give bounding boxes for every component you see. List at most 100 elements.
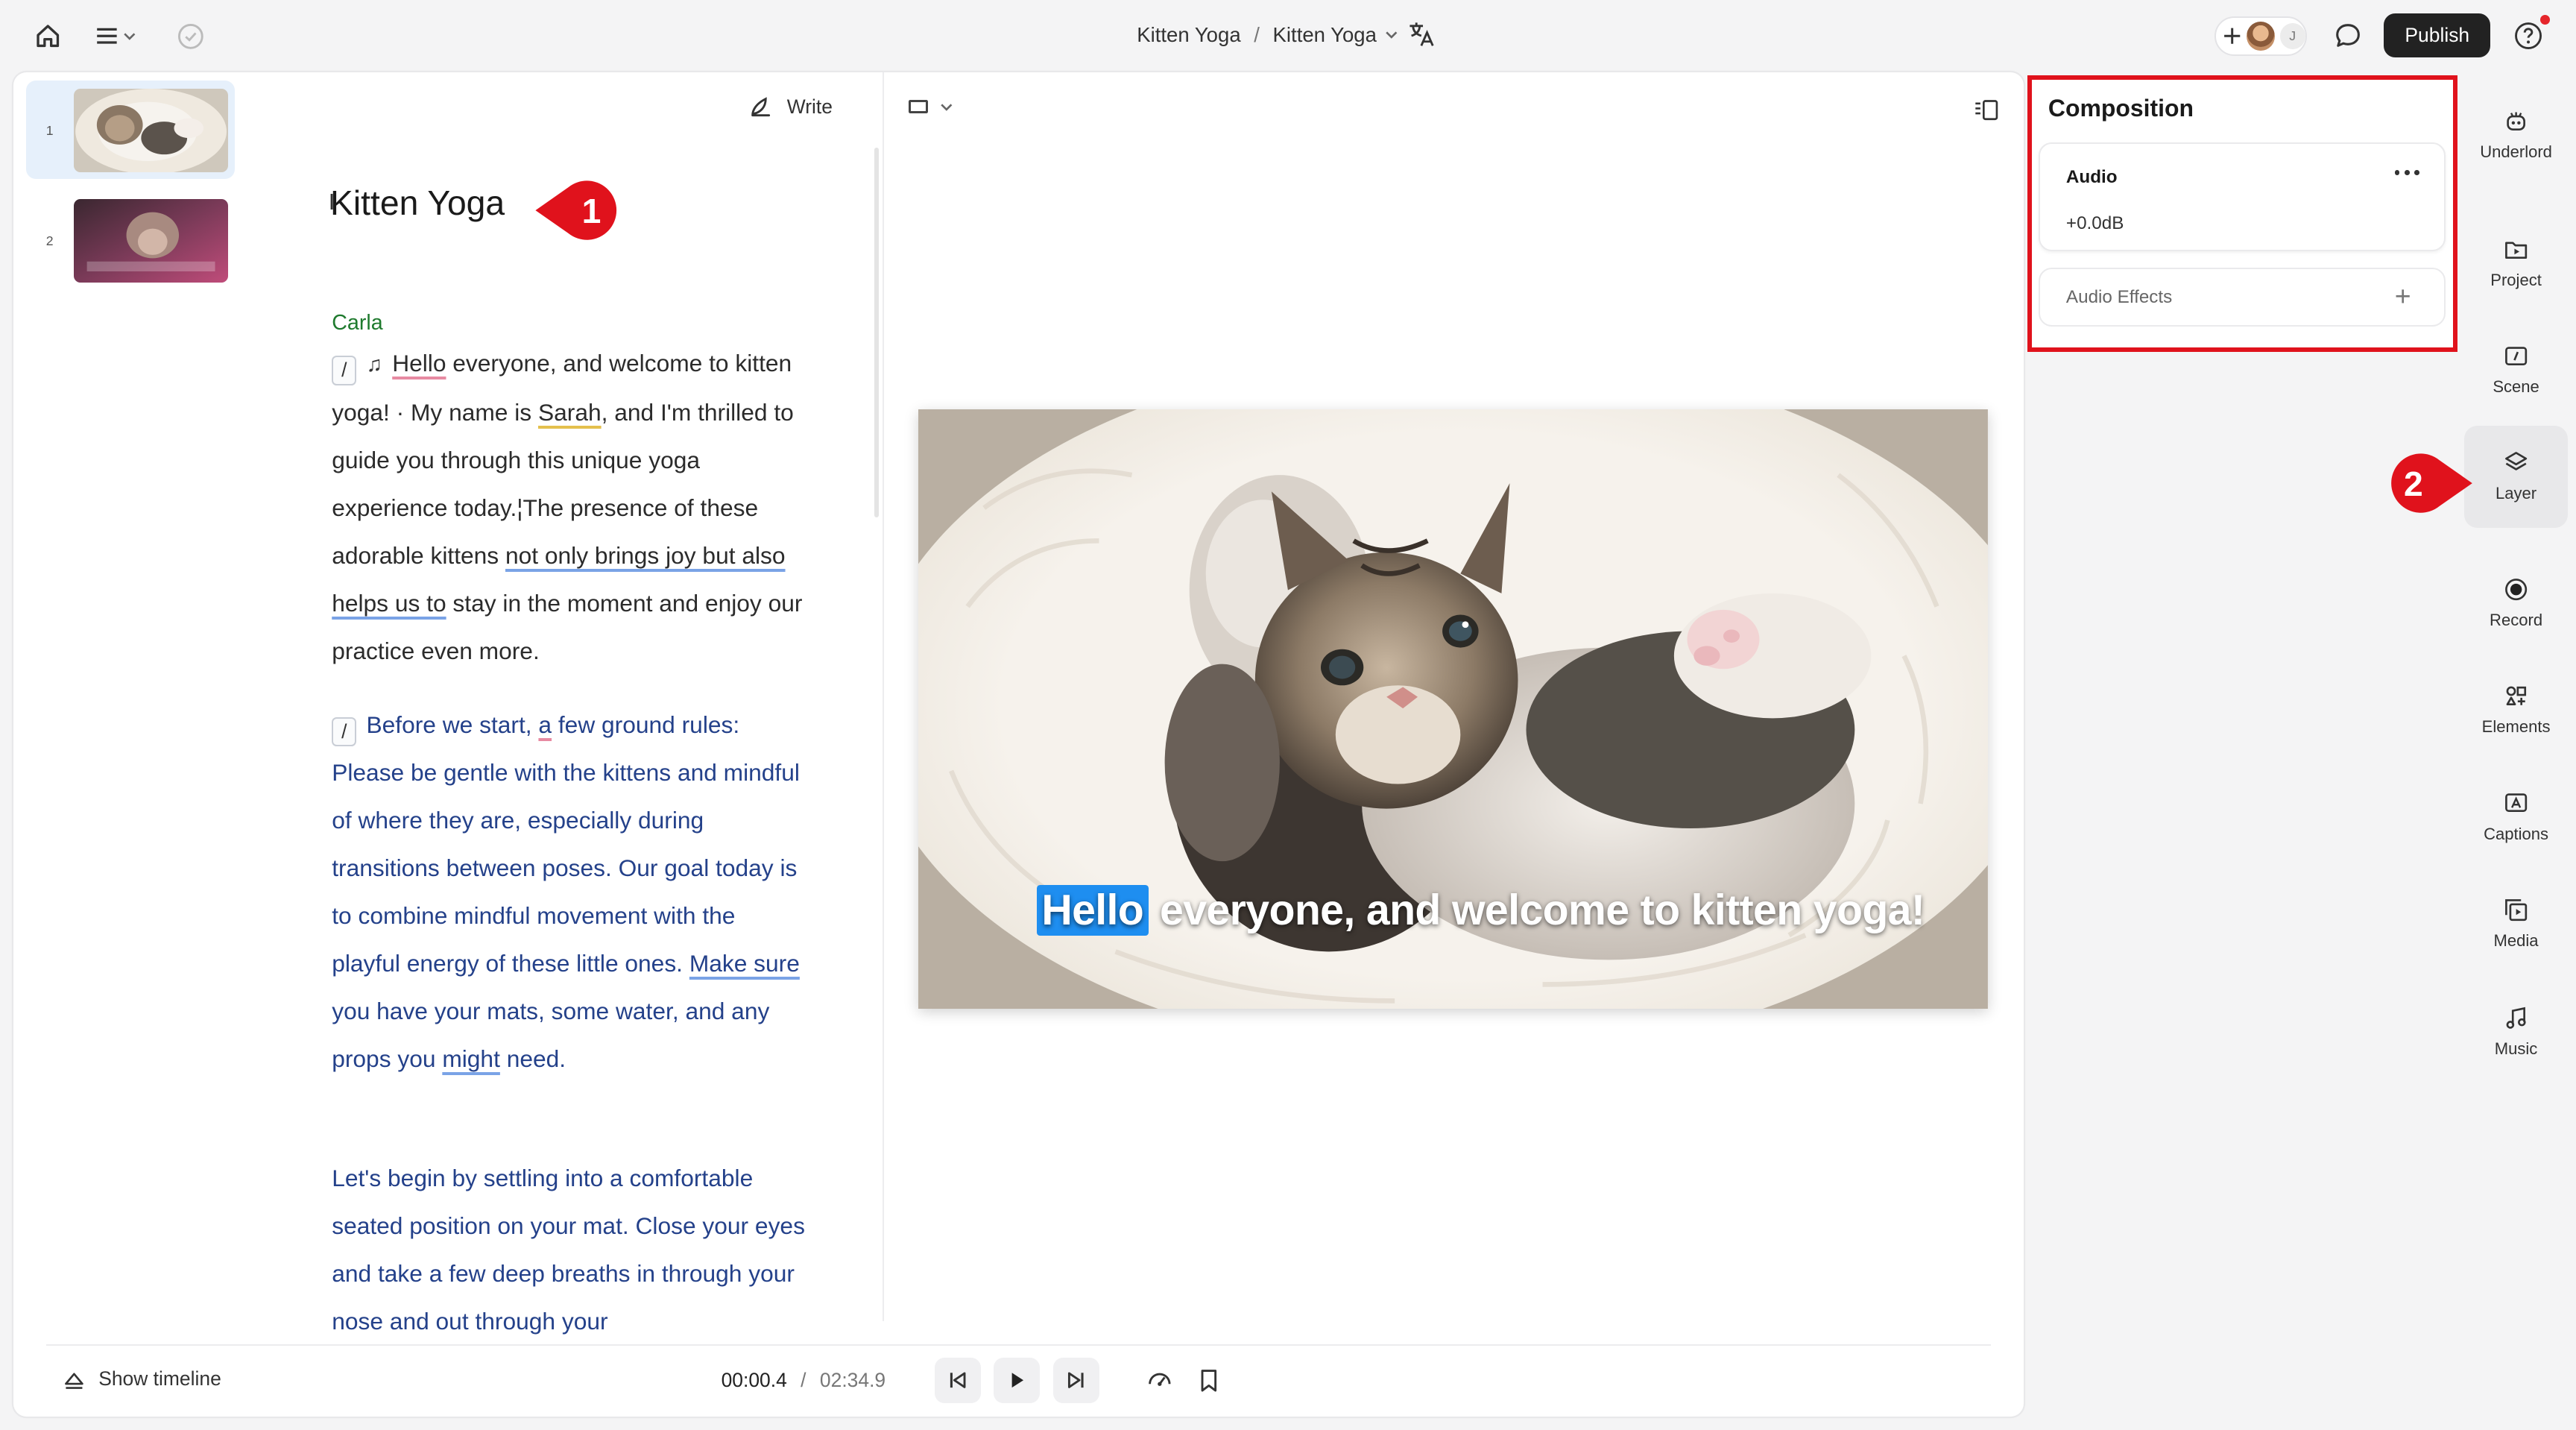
rail-label: Underlord: [2480, 142, 2552, 161]
scene-slash-icon[interactable]: /: [332, 355, 357, 385]
media-icon: [2505, 898, 2528, 921]
music-note-icon: ♫: [366, 353, 382, 377]
rail-captions[interactable]: Captions: [2464, 766, 2568, 868]
word-might[interactable]: might: [442, 1045, 500, 1072]
phrase-make-sure[interactable]: Make sure: [689, 950, 800, 977]
rail-project[interactable]: Project: [2464, 212, 2568, 314]
elements-icon: [2506, 686, 2527, 705]
home-icon[interactable]: [30, 18, 66, 54]
record-icon: [2505, 578, 2528, 600]
script-text[interactable]: Before we start: [366, 711, 525, 738]
scene-thumbnail[interactable]: [74, 198, 229, 283]
rail-label: Record: [2490, 611, 2543, 630]
avatar-initial[interactable]: J: [2279, 22, 2305, 50]
breadcrumb-separator: /: [1254, 22, 1260, 46]
scene-number: 1: [45, 123, 54, 139]
skip-forward-button[interactable]: [1052, 1357, 1099, 1404]
breadcrumb-project[interactable]: Kitten Yoga: [1137, 23, 1240, 47]
script-text[interactable]: ,: [525, 711, 539, 738]
annotation-number: 1: [581, 191, 602, 230]
rail-scene[interactable]: Scene: [2464, 319, 2568, 421]
scene-list: 1 2: [13, 72, 237, 1354]
scene-icon: [2505, 347, 2528, 365]
scene-item-2[interactable]: 2: [26, 191, 235, 289]
breadcrumb-composition[interactable]: Kitten Yoga: [1273, 23, 1377, 47]
word-sarah[interactable]: Sarah: [538, 399, 602, 426]
rail-music[interactable]: Music: [2464, 981, 2568, 1083]
panel-divider[interactable]: [882, 72, 884, 1322]
chevron-down-icon: [940, 104, 953, 111]
panel-toggle-icon[interactable]: [1973, 97, 1999, 123]
script-paragraph-2[interactable]: / Before we start, a few ground rules: Pl…: [332, 702, 808, 1083]
script-text[interactable]: few ground rules: Please be gentle with …: [332, 711, 800, 977]
editor-card: 1 2 Write I Kitten Yoga Carla / ♫ Hello …: [13, 72, 2024, 1417]
publish-button[interactable]: Publish: [2384, 13, 2491, 58]
audio-effects-label: Audio Effects: [2065, 286, 2173, 307]
scene-item-1[interactable]: 1: [26, 80, 236, 180]
aspect-ratio-dropdown[interactable]: [908, 100, 953, 114]
loop-speed-icon[interactable]: [1145, 1366, 1175, 1396]
skip-back-button[interactable]: [935, 1357, 981, 1404]
rail-media[interactable]: Media: [2464, 872, 2568, 974]
audio-card[interactable]: Audio +0.0dB: [2038, 142, 2446, 251]
audio-label: Audio: [2065, 166, 2118, 187]
play-button[interactable]: [994, 1357, 1041, 1404]
project-icon: [2505, 242, 2528, 259]
aspect-ratio-icon: [908, 100, 929, 114]
skip-back-icon: [950, 1372, 966, 1389]
show-timeline-button[interactable]: Show timeline: [63, 1367, 221, 1390]
audio-effects-card[interactable]: Audio Effects +: [2038, 267, 2446, 327]
scene-number: 2: [45, 233, 54, 248]
sync-status-icon: [176, 22, 206, 51]
composition-panel: Composition Audio +0.0dB Audio Effects +: [2027, 75, 2458, 352]
transport-divider: [45, 1344, 1992, 1346]
timeline-icon: [64, 1373, 83, 1389]
annotation-callout-1: 1: [532, 177, 631, 243]
script-paragraph-3[interactable]: Let's begin by settling into a comfortab…: [332, 1155, 808, 1346]
chevron-down-icon: [124, 33, 136, 40]
timecode: 00:00.4 / 02:34.9: [722, 1369, 886, 1392]
breadcrumb: Kitten Yoga / Kitten Yoga: [1137, 23, 1398, 47]
rail-layer[interactable]: Layer: [2464, 425, 2568, 528]
rail-underlord[interactable]: Underlord: [2464, 84, 2568, 186]
scene-thumbnail[interactable]: [74, 89, 229, 173]
chevron-down-icon[interactable]: [1385, 30, 1398, 40]
video-caption: Hello everyone, and welcome to kitten yo…: [1036, 884, 1925, 936]
add-collaborator-icon[interactable]: [2223, 26, 2241, 45]
avatar[interactable]: [2246, 21, 2276, 51]
comment-icon[interactable]: [2332, 19, 2364, 52]
scene-slash-icon[interactable]: /: [332, 716, 357, 747]
more-options-icon[interactable]: [2394, 170, 2419, 175]
audio-gain-value[interactable]: +0.0dB: [2066, 213, 2124, 234]
rail-label: Captions: [2484, 824, 2549, 843]
rail-record[interactable]: Record: [2464, 552, 2568, 655]
captions-icon: [2505, 793, 2528, 813]
speaker-label[interactable]: Carla: [332, 311, 382, 336]
rail-label: Media: [2493, 930, 2539, 950]
script-text[interactable]: need.: [500, 1045, 566, 1072]
pen-icon: [751, 96, 770, 116]
rail-label: Layer: [2496, 484, 2537, 503]
help-icon[interactable]: [2512, 19, 2545, 52]
video-preview[interactable]: Hello everyone, and welcome to kitten yo…: [918, 409, 1988, 1009]
menu-button[interactable]: [95, 19, 148, 52]
write-button[interactable]: Write: [748, 94, 833, 120]
add-effect-icon[interactable]: +: [2395, 283, 2411, 310]
word-hello[interactable]: Hello: [392, 350, 446, 377]
translate-icon[interactable]: [1407, 19, 1436, 49]
annotation-callout-2: 2: [2377, 450, 2475, 516]
doc-title[interactable]: Kitten Yoga: [330, 183, 505, 223]
script-paragraph-1[interactable]: / ♫ Hello everyone, and welcome to kitten …: [332, 340, 808, 675]
script-scrollbar[interactable]: [874, 148, 880, 518]
collaborators[interactable]: J: [2214, 16, 2307, 56]
caption-text: everyone, and welcome to kitten yoga!: [1148, 886, 1925, 934]
notification-dot: [2539, 14, 2550, 25]
underlord-icon: [2507, 112, 2525, 130]
rail-label: Music: [2494, 1039, 2538, 1059]
rail-elements[interactable]: Elements: [2464, 659, 2568, 761]
write-label: Write: [786, 95, 833, 118]
word-a[interactable]: a: [538, 711, 552, 738]
bookmark-icon[interactable]: [1194, 1366, 1224, 1396]
rail-label: Elements: [2481, 717, 2551, 737]
music-icon: [2506, 1007, 2526, 1029]
